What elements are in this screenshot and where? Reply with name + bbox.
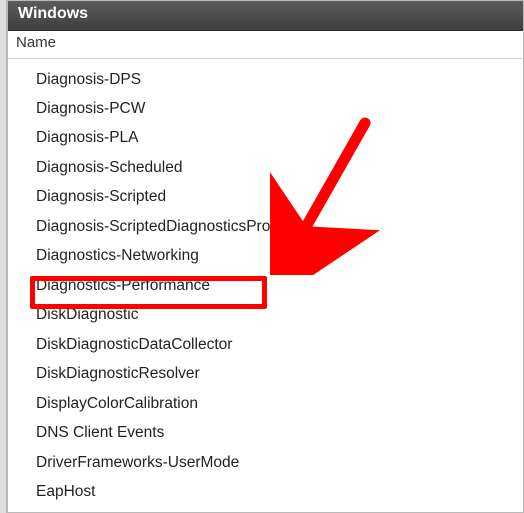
- list-item-label: Diagnosis-DPS: [36, 71, 141, 88]
- item-list: Diagnosis-DPS Diagnosis-PCW Diagnosis-PLA D…: [8, 59, 523, 507]
- column-header-row[interactable]: Name: [8, 31, 523, 59]
- list-item-label: DisplayColorCalibration: [36, 395, 198, 412]
- list-item-label: DiskDiagnosticResolver: [36, 365, 200, 382]
- list-item[interactable]: DiskDiagnostic: [8, 301, 523, 330]
- list-item[interactable]: Diagnosis-Scripted: [8, 183, 523, 212]
- list-item[interactable]: Diagnostics-Performance: [8, 271, 523, 300]
- list-item-label: Diagnostics-Performance: [36, 277, 210, 294]
- column-header-name[interactable]: Name: [8, 31, 523, 55]
- list-panel: Name Diagnosis-DPSDiagnosis-PCWDiagnosis…: [8, 31, 523, 507]
- list-item-label: Diagnosis-PCW: [36, 100, 145, 117]
- list-item-label: Diagnosis-Scripted: [36, 188, 166, 205]
- list-item-label: Diagnosis-PLA: [36, 129, 139, 146]
- list-item-label: DiskDiagnosticDataCollector: [36, 336, 232, 353]
- list-item[interactable]: Diagnostics-Networking: [8, 242, 523, 271]
- list-item-label: Diagnosis-Scheduled: [36, 159, 182, 176]
- left-gutter: [0, 0, 7, 513]
- list-item[interactable]: Diagnosis-Scheduled: [8, 153, 523, 182]
- list-item[interactable]: DNS Client Events: [8, 419, 523, 448]
- list-item-label: EapHost: [36, 483, 95, 500]
- list-item-label: DriverFrameworks-UserMode: [36, 454, 239, 471]
- list-item[interactable]: DiskDiagnosticDataCollector: [8, 330, 523, 359]
- window-titlebar: Windows: [8, 1, 523, 31]
- list-item[interactable]: Diagnosis-PCW: [8, 94, 523, 123]
- list-item[interactable]: Diagnosis-ScriptedDiagnosticsProvider: [8, 212, 523, 241]
- list-item-label: Diagnostics-Networking: [36, 247, 199, 264]
- list-item-label: DiskDiagnostic: [36, 306, 139, 323]
- list-item[interactable]: EapHost: [8, 478, 523, 507]
- window-frame: Windows Name Diagnosis-DPSDiagnosis-PCWD…: [7, 0, 524, 513]
- list-item[interactable]: DriverFrameworks-UserMode: [8, 448, 523, 477]
- list-item-label: Diagnosis-ScriptedDiagnosticsProvider: [36, 218, 304, 235]
- list-item[interactable]: DisplayColorCalibration: [8, 389, 523, 418]
- list-item[interactable]: Diagnosis-PLA: [8, 124, 523, 153]
- list-item-label: DNS Client Events: [36, 424, 164, 441]
- list-item[interactable]: DiskDiagnosticResolver: [8, 360, 523, 389]
- list-item[interactable]: Diagnosis-DPS: [8, 65, 523, 94]
- window-title: Windows: [18, 5, 88, 22]
